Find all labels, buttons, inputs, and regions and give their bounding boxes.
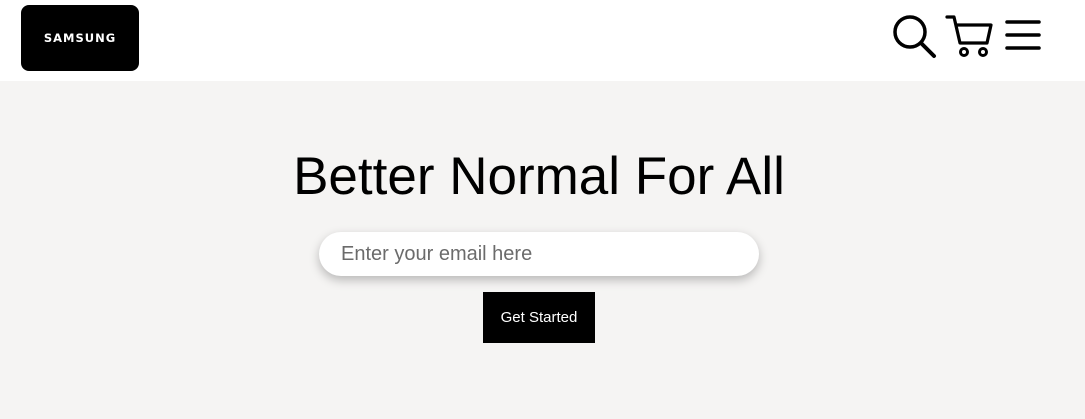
email-input[interactable] [319, 232, 759, 276]
hero-title: Better Normal For All [293, 147, 785, 206]
cart-icon [945, 15, 993, 57]
logo-text: SAMSUNG [43, 31, 117, 45]
cart-button[interactable] [945, 13, 993, 59]
menu-button[interactable] [1004, 17, 1042, 55]
hero-section: Better Normal For All Get Started [0, 81, 1085, 419]
hamburger-menu-icon [1005, 20, 1041, 50]
search-button[interactable] [891, 13, 937, 59]
search-icon [893, 15, 936, 58]
get-started-button[interactable]: Get Started [483, 292, 595, 343]
site-header: SAMSUNG [0, 0, 1085, 81]
samsung-logo[interactable]: SAMSUNG [21, 5, 139, 71]
